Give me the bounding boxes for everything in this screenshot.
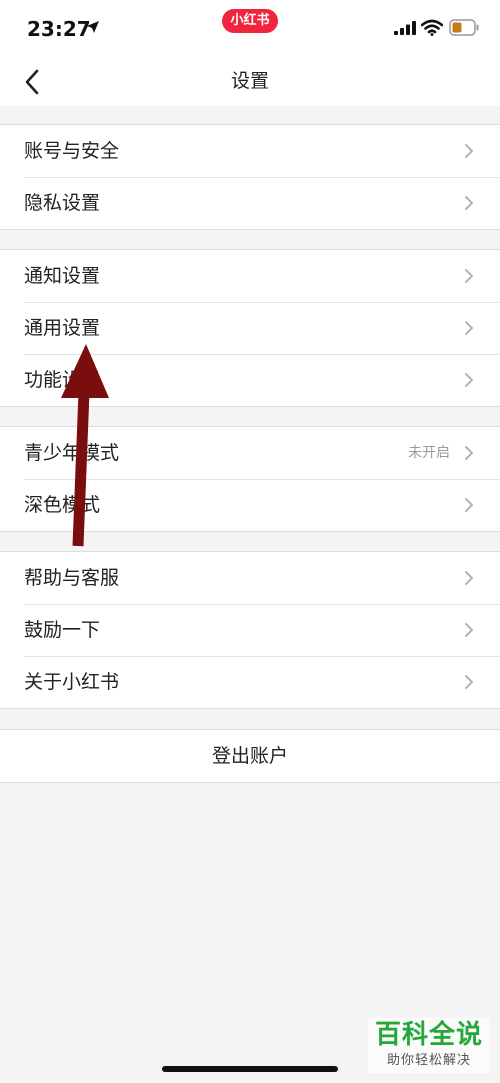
status-bar: 23:27 小红书 (0, 0, 500, 58)
watermark: 百科全说 助你轻松解决 (368, 1018, 490, 1073)
battery-icon (449, 19, 479, 36)
chevron-right-icon (465, 321, 473, 335)
row-label: 深色模式 (24, 494, 101, 516)
chevron-right-icon (465, 675, 473, 689)
row-account-security[interactable]: 账号与安全 (0, 125, 500, 177)
chevron-right-icon (465, 623, 473, 637)
chevron-right-icon (465, 373, 473, 387)
settings-group-account: 账号与安全 隐私设置 (0, 124, 500, 230)
chevron-right-icon (465, 196, 473, 210)
chevron-right-icon (465, 446, 473, 460)
row-teen-mode[interactable]: 青少年模式 未开启 (0, 427, 500, 479)
app-badge: 小红书 (222, 9, 278, 33)
row-about-app[interactable]: 关于小红书 (0, 656, 500, 708)
row-label: 鼓励一下 (24, 619, 101, 641)
watermark-title: 百科全说 (374, 1020, 483, 1050)
row-label: 通知设置 (24, 265, 101, 287)
row-general-settings[interactable]: 通用设置 (0, 302, 500, 354)
watermark-subtitle: 助你轻松解决 (386, 1053, 471, 1068)
row-help-support[interactable]: 帮助与客服 (0, 552, 500, 604)
logout-label: 登出账户 (211, 745, 288, 767)
cellular-signal-icon (394, 21, 416, 35)
home-indicator[interactable] (162, 1066, 338, 1072)
chevron-right-icon (465, 571, 473, 585)
row-label: 青少年模式 (24, 442, 120, 464)
row-privacy-settings[interactable]: 隐私设置 (0, 177, 500, 229)
row-notification-settings[interactable]: 通知设置 (0, 250, 500, 302)
location-arrow-icon (87, 21, 99, 33)
row-label: 关于小红书 (24, 671, 120, 693)
logout-button[interactable]: 登出账户 (0, 729, 500, 783)
chevron-right-icon (465, 498, 473, 512)
row-label: 隐私设置 (24, 192, 101, 214)
row-label: 通用设置 (24, 317, 101, 339)
settings-group-about: 帮助与客服 鼓励一下 关于小红书 (0, 551, 500, 709)
nav-bar: 设置 (0, 58, 500, 106)
row-feature-settings[interactable]: 功能设置 (0, 354, 500, 406)
row-dark-mode[interactable]: 深色模式 (0, 479, 500, 531)
back-chevron-icon[interactable] (18, 66, 48, 98)
page-title: 设置 (230, 70, 269, 92)
settings-group-general: 通知设置 通用设置 功能设置 (0, 249, 500, 407)
row-label: 功能设置 (24, 369, 101, 391)
row-encourage[interactable]: 鼓励一下 (0, 604, 500, 656)
row-label: 账号与安全 (24, 140, 120, 162)
settings-group-modes: 青少年模式 未开启 深色模式 (0, 426, 500, 532)
wifi-icon (421, 19, 443, 36)
teen-mode-status: 未开启 (408, 445, 450, 461)
row-label: 帮助与客服 (24, 567, 120, 589)
chevron-right-icon (465, 144, 473, 158)
status-time: 23:27 (27, 17, 91, 41)
chevron-right-icon (465, 269, 473, 283)
